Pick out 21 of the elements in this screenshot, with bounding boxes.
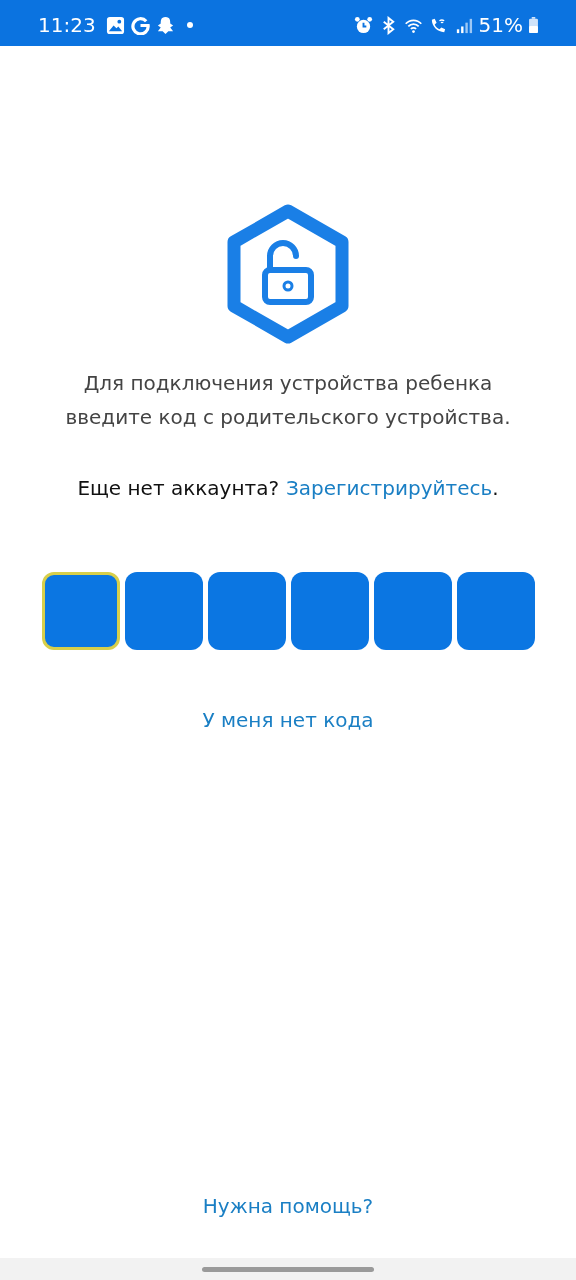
- code-digit-field[interactable]: [207, 572, 286, 650]
- signup-prompt: Еще нет аккаунта?: [77, 476, 280, 500]
- no-code-link[interactable]: У меня нет кода: [202, 708, 374, 732]
- home-handle[interactable]: [202, 1266, 374, 1272]
- code-digit-field[interactable]: [456, 572, 535, 650]
- code-digit-field[interactable]: [124, 572, 203, 650]
- image-icon: [105, 15, 125, 35]
- battery-percentage: 51%: [478, 13, 523, 37]
- dot-icon: [186, 22, 193, 28]
- ghost-icon: [155, 15, 175, 35]
- instruction-text: Для подключения устройства ребенка введите код с родительского устройства.: [64, 370, 512, 431]
- code-digit-field[interactable]: [41, 572, 120, 650]
- alarm-icon: [353, 15, 373, 35]
- code-digit-field[interactable]: [373, 572, 452, 650]
- signup-link[interactable]: Зарегистрируйтесь: [286, 476, 493, 500]
- battery-icon: [529, 17, 538, 33]
- status-time: 11:23: [38, 13, 96, 37]
- g-icon: [130, 15, 150, 35]
- help-link[interactable]: Нужна помощь?: [202, 1194, 374, 1218]
- period-text: .: [492, 476, 499, 500]
- code-digit-field[interactable]: [290, 572, 369, 650]
